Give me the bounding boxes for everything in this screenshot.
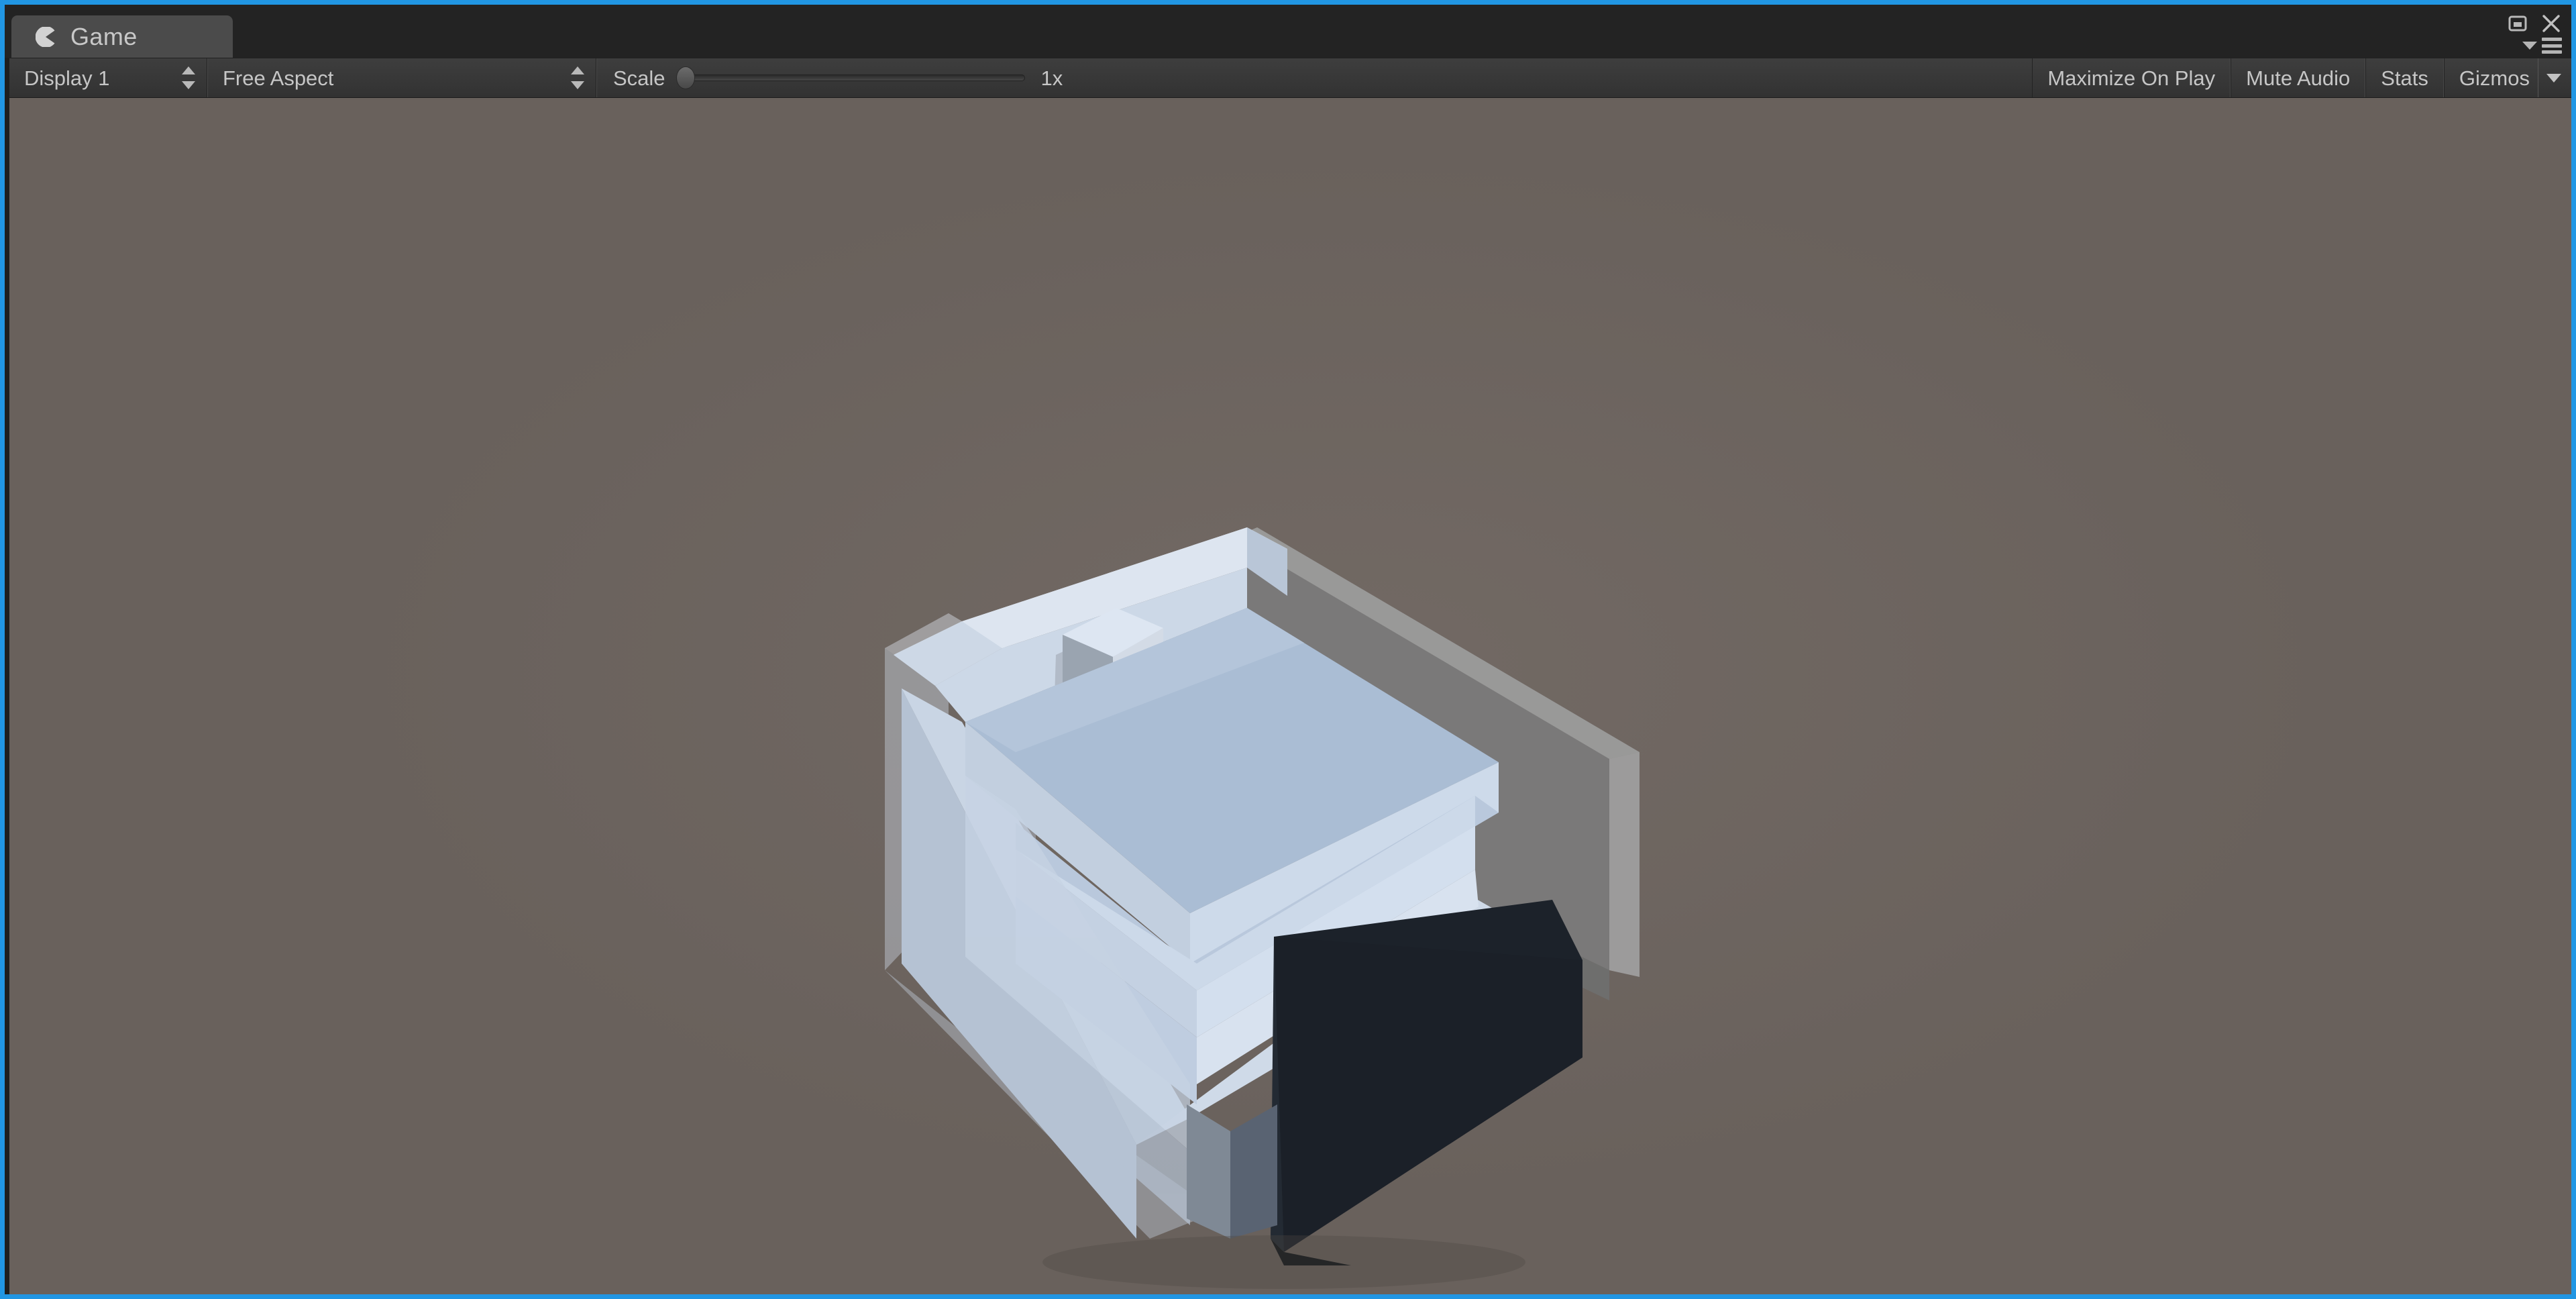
- scale-label: Scale: [613, 66, 665, 90]
- footer-dark-box: [1271, 900, 1582, 1265]
- game-view-panel: Game Display 1 Free Aspect Scale 1x Maxi…: [0, 0, 2576, 1299]
- scale-slider[interactable]: [676, 66, 1025, 89]
- low-poly-bed-scene: [885, 527, 1640, 1289]
- mute-audio-button[interactable]: Mute Audio: [2231, 58, 2366, 97]
- gizmos-button[interactable]: Gizmos: [2443, 58, 2538, 97]
- scale-value: 1x: [1040, 66, 1063, 90]
- tab-game[interactable]: Game: [11, 15, 233, 58]
- updown-popup-icon: [181, 66, 196, 89]
- scale-control: Scale 1x: [596, 58, 1075, 97]
- scale-slider-track: [685, 74, 1025, 81]
- tab-bar: Game: [5, 5, 2571, 58]
- maximize-on-play-button[interactable]: Maximize On Play: [2032, 58, 2231, 97]
- toolbar-right-group: Maximize On Play Mute Audio Stats Gizmos: [2032, 58, 2571, 97]
- ground-contact-shadow: [1042, 1235, 1525, 1289]
- chevron-down-icon: [2522, 42, 2537, 50]
- game-pacman-icon: [36, 26, 56, 47]
- window-buttons: [2507, 10, 2562, 37]
- bed-front-post: [1187, 1104, 1277, 1239]
- toolbar-left-group: Display 1 Free Aspect Scale 1x: [9, 58, 1075, 97]
- maximize-restore-icon[interactable]: [2507, 13, 2528, 34]
- scale-slider-thumb[interactable]: [676, 66, 695, 89]
- display-dropdown-label: Display 1: [24, 66, 110, 90]
- tab-game-label: Game: [70, 22, 138, 50]
- stats-button[interactable]: Stats: [2365, 58, 2444, 97]
- display-dropdown[interactable]: Display 1: [9, 58, 207, 97]
- panel-options-menu[interactable]: [2522, 37, 2562, 54]
- chevron-down-icon: [2546, 73, 2561, 83]
- game-viewport[interactable]: [9, 98, 2571, 1294]
- close-x-icon[interactable]: [2540, 13, 2562, 34]
- hamburger-menu-icon: [2542, 38, 2562, 54]
- game-view-toolbar: Display 1 Free Aspect Scale 1x Maximize …: [9, 58, 2571, 98]
- aspect-dropdown-label: Free Aspect: [223, 66, 334, 90]
- updown-popup-icon: [570, 66, 585, 89]
- aspect-dropdown[interactable]: Free Aspect: [207, 58, 596, 97]
- gizmos-dropdown-button[interactable]: [2538, 58, 2571, 97]
